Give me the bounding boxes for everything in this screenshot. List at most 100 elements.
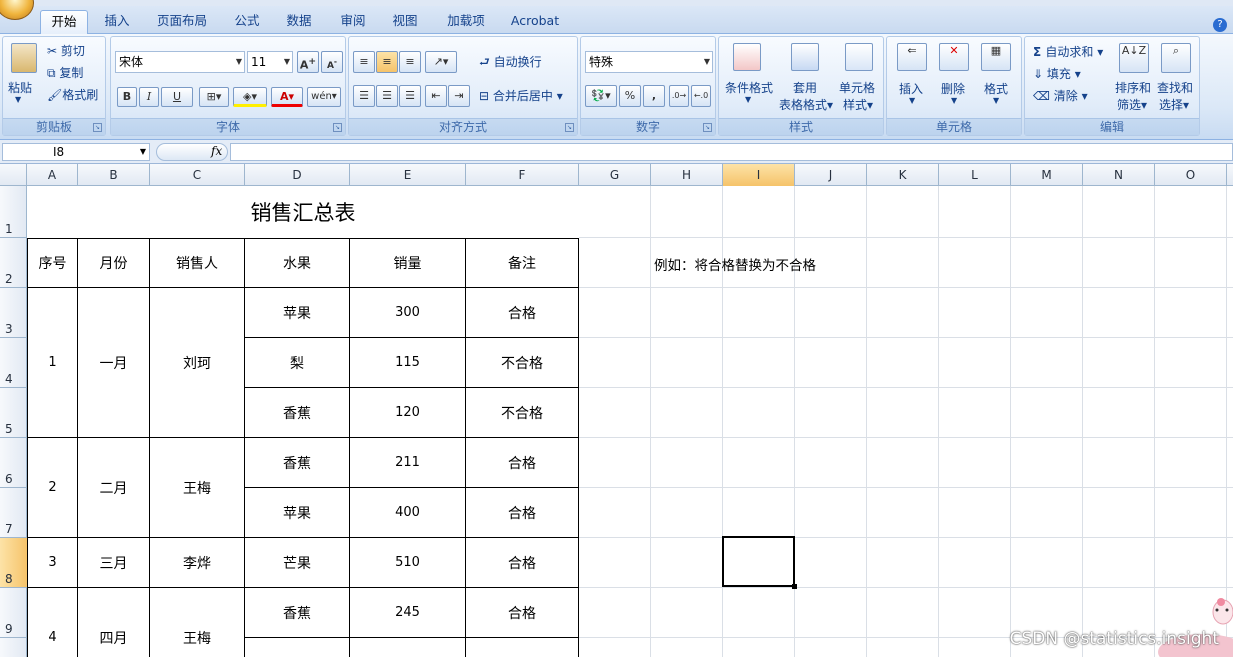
currency-icon[interactable]: 💱▾: [585, 85, 617, 107]
column-header-l[interactable]: L: [939, 164, 1011, 186]
cell-qty[interactable]: 211: [350, 438, 466, 488]
cell-fruit[interactable]: 苹果: [245, 288, 350, 338]
phonetic-icon[interactable]: wén▾: [307, 87, 341, 107]
cell-note[interactable]: 合格: [466, 488, 579, 538]
cell-note[interactable]: 合格: [466, 588, 579, 638]
cell-month[interactable]: 一月: [78, 288, 150, 438]
cell-fruit[interactable]: [245, 638, 350, 657]
cell-note[interactable]: 合格: [466, 538, 579, 588]
cell-fruit[interactable]: 梨: [245, 338, 350, 388]
wrap-text-button[interactable]: ⮐ 自动换行: [479, 53, 542, 74]
cell-person[interactable]: 刘珂: [150, 288, 245, 438]
find-select-button-2[interactable]: 选择▾: [1159, 96, 1189, 113]
cell-no[interactable]: 3: [28, 538, 78, 588]
font-color-icon[interactable]: A▾: [271, 87, 303, 107]
tab-view[interactable]: 视图: [384, 10, 426, 34]
cell-person[interactable]: 王梅: [150, 438, 245, 538]
font-size-select[interactable]: 11 ▼: [247, 51, 293, 73]
select-all-corner[interactable]: [0, 164, 27, 186]
insert-cells-button[interactable]: 插入: [899, 80, 923, 97]
cell-qty[interactable]: 245: [350, 588, 466, 638]
fill-color-icon[interactable]: ◈▾: [233, 87, 267, 107]
shrink-font-icon[interactable]: A-: [321, 51, 343, 73]
active-cell-selection[interactable]: [722, 536, 797, 589]
header-cell-fruit[interactable]: 水果: [245, 239, 350, 288]
format-cells-icon[interactable]: ▦: [981, 43, 1011, 71]
delete-cells-icon[interactable]: ✕: [939, 43, 969, 71]
formula-input[interactable]: [230, 143, 1233, 161]
clipboard-launcher-icon[interactable]: ↘: [93, 123, 102, 132]
alignment-launcher-icon[interactable]: ↘: [565, 123, 574, 132]
tab-page-layout[interactable]: 页面布局: [148, 10, 216, 34]
cell-fruit[interactable]: 香蕉: [245, 588, 350, 638]
borders-icon[interactable]: ⊞▾: [199, 87, 229, 107]
align-top-icon[interactable]: ≡: [353, 51, 375, 73]
cell-month[interactable]: 二月: [78, 438, 150, 538]
table-format-icon[interactable]: [791, 43, 819, 71]
paste-icon[interactable]: [11, 43, 37, 73]
sort-filter-button-2[interactable]: 筛选▾: [1117, 96, 1147, 113]
align-left-icon[interactable]: ☰: [353, 85, 375, 107]
merge-center-button[interactable]: ⊟ 合并后居中 ▾: [479, 87, 563, 104]
cut-button[interactable]: ✂ 剪切: [47, 42, 85, 59]
help-icon[interactable]: ?: [1213, 18, 1227, 32]
instruction-note[interactable]: 例如：将合格替换为不合格: [654, 254, 816, 274]
row-header-1[interactable]: 1: [0, 186, 27, 238]
cell-styles-icon[interactable]: [845, 43, 873, 71]
column-header-m[interactable]: M: [1011, 164, 1083, 186]
tab-insert[interactable]: 插入: [96, 10, 138, 34]
column-header-a[interactable]: A: [27, 164, 78, 186]
cell-no[interactable]: 4: [28, 588, 78, 657]
cell-qty[interactable]: 300: [350, 288, 466, 338]
cell-person[interactable]: 王梅: [150, 588, 245, 657]
row-header-5[interactable]: 5: [0, 388, 27, 438]
cell-month[interactable]: 四月: [78, 588, 150, 657]
font-launcher-icon[interactable]: ↘: [333, 123, 342, 132]
cell-qty[interactable]: 120: [350, 388, 466, 438]
row-header-7[interactable]: 7: [0, 488, 27, 538]
tab-acrobat[interactable]: Acrobat: [504, 10, 566, 34]
align-right-icon[interactable]: ☰: [399, 85, 421, 107]
sort-filter-button-1[interactable]: 排序和: [1115, 79, 1151, 96]
column-header-i[interactable]: I: [723, 164, 795, 186]
cell-qty[interactable]: 510: [350, 538, 466, 588]
decrease-decimal-icon[interactable]: ←.0: [691, 85, 711, 107]
grow-font-icon[interactable]: A+: [297, 51, 319, 73]
row-header-2[interactable]: 2: [0, 238, 27, 288]
increase-decimal-icon[interactable]: .0→: [669, 85, 689, 107]
delete-cells-button[interactable]: 删除: [941, 80, 965, 97]
name-box[interactable]: I8 ▼: [2, 143, 150, 161]
align-middle-icon[interactable]: ≡: [376, 51, 398, 73]
percent-button[interactable]: %: [619, 85, 641, 107]
column-header-e[interactable]: E: [350, 164, 466, 186]
row-header-9[interactable]: 9: [0, 588, 27, 638]
insert-cells-icon[interactable]: ⇐: [897, 43, 927, 71]
underline-button[interactable]: U: [161, 87, 193, 107]
increase-indent-icon[interactable]: ⇥: [448, 85, 470, 107]
row-header-3[interactable]: 3: [0, 288, 27, 338]
column-header-f[interactable]: F: [466, 164, 579, 186]
header-cell-note[interactable]: 备注: [466, 239, 579, 288]
fill-button[interactable]: ⇓ 填充 ▾: [1033, 65, 1081, 82]
column-header-b[interactable]: B: [78, 164, 150, 186]
table-format-button-2[interactable]: 表格格式▾: [779, 96, 833, 113]
column-header-j[interactable]: J: [795, 164, 867, 186]
column-header-o[interactable]: O: [1155, 164, 1227, 186]
cell-month[interactable]: 三月: [78, 538, 150, 588]
cell-note[interactable]: 合格: [466, 438, 579, 488]
cell-styles-button-2[interactable]: 样式▾: [843, 96, 873, 113]
cell-styles-button-1[interactable]: 单元格: [839, 79, 875, 96]
header-cell-month[interactable]: 月份: [78, 239, 150, 288]
conditional-format-icon[interactable]: [733, 43, 761, 71]
cell-fruit[interactable]: 芒果: [245, 538, 350, 588]
sort-filter-icon[interactable]: A↓Z: [1119, 43, 1149, 73]
cell-note[interactable]: 不合格: [466, 388, 579, 438]
comma-button[interactable]: ,: [643, 85, 665, 107]
header-cell-person[interactable]: 销售人: [150, 239, 245, 288]
tab-home[interactable]: 开始: [40, 10, 88, 34]
row-header-6[interactable]: 6: [0, 438, 27, 488]
cell-qty[interactable]: [350, 638, 466, 657]
table-format-button-1[interactable]: 套用: [793, 79, 817, 96]
number-format-select[interactable]: 特殊 ▼: [585, 51, 713, 73]
find-select-button-1[interactable]: 查找和: [1157, 79, 1193, 96]
